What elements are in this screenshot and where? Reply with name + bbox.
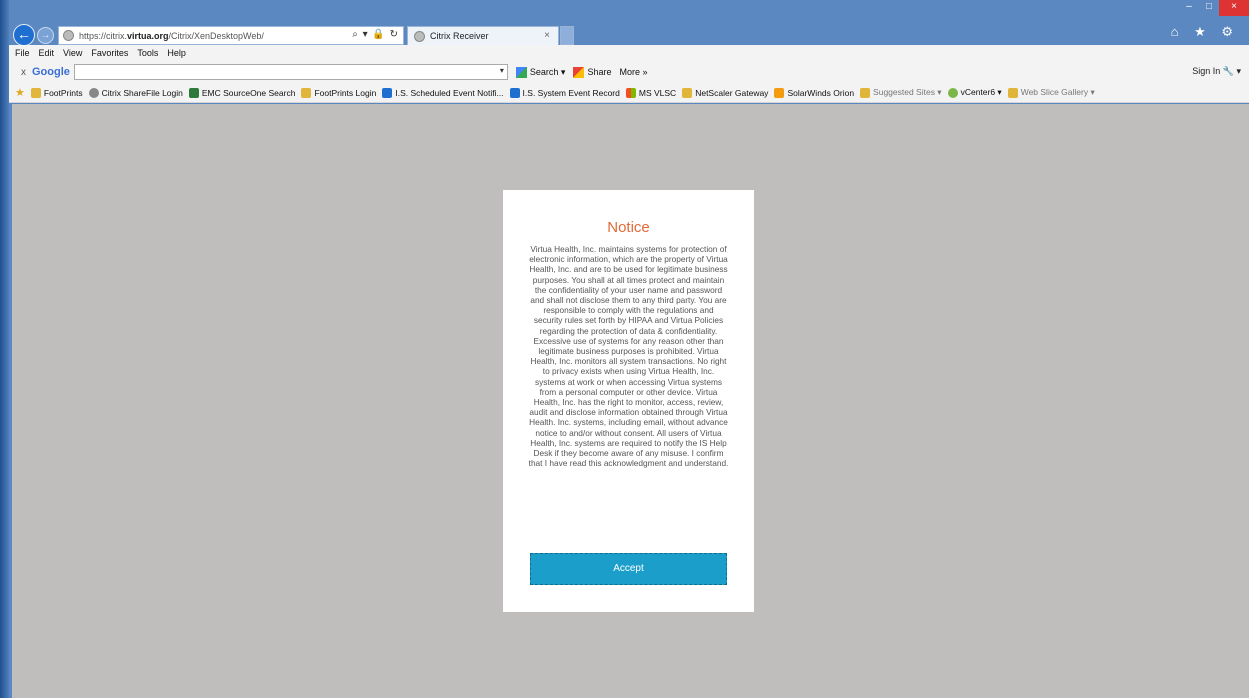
menu-favorites[interactable]: Favorites — [91, 48, 128, 58]
favorite-netscaler-gateway[interactable]: NetScaler Gateway — [682, 87, 768, 98]
menu-view[interactable]: View — [63, 48, 82, 58]
favorite-web-slice-gallery[interactable]: Web Slice Gallery ▾ — [1007, 87, 1095, 98]
favorite-footprints-login[interactable]: FootPrints Login — [301, 87, 376, 98]
sharepoint-icon — [509, 87, 520, 98]
ie-page-icon — [1007, 87, 1018, 98]
minimize-button[interactable]: – — [1179, 0, 1199, 16]
ie-page-icon — [682, 87, 693, 98]
chevron-down-icon[interactable]: ▾ — [500, 66, 504, 75]
favorite-suggested-sites[interactable]: Suggested Sites ▾ — [860, 87, 942, 98]
google-toolbar: x Google ▾ Search ▾ Share More » Sign In… — [9, 61, 1249, 83]
favorite-system-event-record[interactable]: I.S. System Event Record — [509, 87, 620, 98]
sharepoint-icon — [382, 87, 393, 98]
tab-close-icon[interactable]: × — [544, 30, 550, 41]
new-tab-button[interactable] — [560, 26, 574, 45]
tab-citrix-receiver[interactable]: Citrix Receiver × — [407, 26, 559, 45]
google-search-input[interactable]: ▾ — [73, 64, 508, 80]
window-left-edge — [0, 0, 9, 698]
favorite-ms-vlsc[interactable]: MS VLSC — [625, 87, 676, 98]
favorite-citrix-sharefile-login[interactable]: Citrix ShareFile Login — [88, 87, 183, 98]
url-text: https://citrix.virtua.org/Citrix/XenDesk… — [79, 30, 264, 41]
ie-page-icon — [860, 87, 871, 98]
favorite-emc-sourceone-search[interactable]: EMC SourceOne Search — [188, 87, 295, 98]
ie-page-icon — [301, 87, 312, 98]
favorite-solarwinds-orion[interactable]: SolarWinds Orion — [774, 87, 854, 98]
menu-bar: File Edit View Favorites Tools Help — [9, 45, 1249, 61]
notice-dialog: Notice Virtua Health, Inc. maintains sys… — [503, 190, 754, 612]
close-window-button[interactable]: × — [1219, 0, 1249, 16]
share-button[interactable]: Share — [573, 66, 611, 78]
google-toolbar-close-icon[interactable]: x — [21, 67, 26, 78]
menu-file[interactable]: File — [15, 48, 30, 58]
tab-title: Citrix Receiver — [430, 31, 489, 41]
notice-body-text: Virtua Health, Inc. maintains systems fo… — [528, 244, 729, 469]
window-controls: – □ × — [1179, 0, 1249, 16]
menu-tools[interactable]: Tools — [137, 48, 158, 58]
maximize-button[interactable]: □ — [1199, 0, 1219, 16]
tab-site-icon — [414, 30, 425, 42]
more-button[interactable]: More » — [619, 67, 647, 77]
emc-icon — [188, 87, 199, 98]
favorite-footprints[interactable]: FootPrints — [30, 87, 83, 98]
title-bar: ← → https://citrix.virtua.org/Citrix/Xen… — [9, 0, 1249, 46]
notice-title: Notice — [607, 219, 650, 236]
menu-help[interactable]: Help — [167, 48, 186, 58]
forward-button[interactable]: → — [37, 27, 54, 44]
favorite-scheduled-event-notifications[interactable]: I.S. Scheduled Event Notifi... — [382, 87, 504, 98]
favorite-vcenter6[interactable]: vCenter6 ▾ — [947, 87, 1002, 98]
menu-edit[interactable]: Edit — [39, 48, 55, 58]
site-icon — [63, 30, 74, 41]
google-search-icon — [515, 66, 527, 78]
microsoft-icon — [625, 87, 636, 98]
accept-button[interactable]: Accept — [530, 553, 727, 585]
vcenter-icon — [947, 87, 958, 98]
google-logo: Google — [32, 66, 70, 78]
favorites-bar: ★ FootPrints Citrix ShareFile Login EMC … — [9, 83, 1249, 103]
address-bar[interactable]: https://citrix.virtua.org/Citrix/XenDesk… — [58, 26, 404, 45]
address-tools-icons[interactable]: ⌕ ▾ 🔒 ↻ — [352, 29, 399, 40]
back-button[interactable]: ← — [13, 24, 35, 46]
ie-page-icon — [30, 87, 41, 98]
share-icon — [573, 66, 585, 78]
add-favorite-star-icon[interactable]: ★ — [15, 86, 25, 99]
home-favorites-settings-icons[interactable]: ⌂ ★ ⚙ — [1171, 24, 1239, 40]
google-search-button[interactable]: Search ▾ — [515, 66, 565, 78]
sign-in-button[interactable]: Sign In 🔧 ▾ — [1192, 66, 1241, 77]
citrix-icon — [88, 87, 99, 98]
solarwinds-icon — [774, 87, 785, 98]
